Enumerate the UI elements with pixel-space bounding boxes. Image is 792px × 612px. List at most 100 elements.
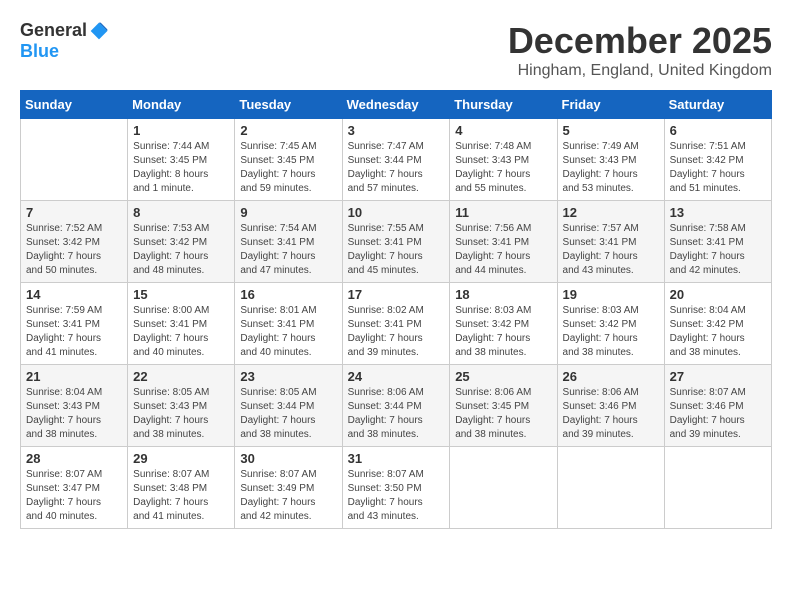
- calendar-cell: 5 Sunrise: 7:49 AM Sunset: 3:43 PM Daylig…: [557, 119, 664, 201]
- logo-icon: [89, 21, 109, 41]
- day-number: 12: [563, 205, 659, 220]
- logo-blue-text: Blue: [20, 41, 59, 62]
- day-number: 28: [26, 451, 122, 466]
- day-info: Sunrise: 8:06 AM Sunset: 3:44 PM Dayligh…: [348, 386, 445, 442]
- day-info: Sunrise: 8:07 AM Sunset: 3:50 PM Dayligh…: [348, 468, 445, 524]
- day-info: Sunrise: 8:07 AM Sunset: 3:47 PM Dayligh…: [26, 468, 122, 524]
- day-info: Sunrise: 7:57 AM Sunset: 3:41 PM Dayligh…: [563, 222, 659, 278]
- calendar-cell: [450, 447, 557, 529]
- day-info: Sunrise: 7:52 AM Sunset: 3:42 PM Dayligh…: [26, 222, 122, 278]
- day-number: 30: [240, 451, 336, 466]
- calendar-week-row: 14 Sunrise: 7:59 AM Sunset: 3:41 PM Dayli…: [21, 283, 772, 365]
- day-info: Sunrise: 7:55 AM Sunset: 3:41 PM Dayligh…: [348, 222, 445, 278]
- day-number: 24: [348, 369, 445, 384]
- calendar-cell: 9Sunrise: 7:54 AM Sunset: 3:41 PM Daylig…: [235, 201, 342, 283]
- day-number: 27: [670, 369, 766, 384]
- calendar-cell: 10Sunrise: 7:55 AM Sunset: 3:41 PM Dayli…: [342, 201, 450, 283]
- day-number: 18: [455, 287, 551, 302]
- day-number: 8: [133, 205, 229, 220]
- calendar-cell: 29 Sunrise: 8:07 AM Sunset: 3:48 PM Dayli…: [128, 447, 235, 529]
- calendar-table: SundayMondayTuesdayWednesdayThursdayFrid…: [20, 90, 772, 529]
- day-info: Sunrise: 8:07 AM Sunset: 3:49 PM Dayligh…: [240, 468, 336, 524]
- logo: General Blue: [20, 20, 109, 62]
- day-number: 16: [240, 287, 336, 302]
- location-text: Hingham, England, United Kingdom: [508, 62, 772, 80]
- day-number: 26: [563, 369, 659, 384]
- calendar-cell: 28 Sunrise: 8:07 AM Sunset: 3:47 PM Dayli…: [21, 447, 128, 529]
- calendar-cell: 26 Sunrise: 8:06 AM Sunset: 3:46 PM Dayli…: [557, 365, 664, 447]
- calendar-cell: [21, 119, 128, 201]
- day-info: Sunrise: 7:47 AM Sunset: 3:44 PM Dayligh…: [348, 140, 445, 196]
- calendar-week-row: 1 Sunrise: 7:44 AM Sunset: 3:45 PM Daylig…: [21, 119, 772, 201]
- day-number: 7: [26, 205, 122, 220]
- calendar-cell: 18Sunrise: 8:03 AM Sunset: 3:42 PM Dayli…: [450, 283, 557, 365]
- day-info: Sunrise: 8:04 AM Sunset: 3:43 PM Dayligh…: [26, 386, 122, 442]
- day-info: Sunrise: 8:05 AM Sunset: 3:43 PM Dayligh…: [133, 386, 229, 442]
- calendar-week-row: 7 Sunrise: 7:52 AM Sunset: 3:42 PM Daylig…: [21, 201, 772, 283]
- calendar-week-row: 21 Sunrise: 8:04 AM Sunset: 3:43 PM Dayli…: [21, 365, 772, 447]
- calendar-cell: 23Sunrise: 8:05 AM Sunset: 3:44 PM Dayli…: [235, 365, 342, 447]
- page-header: General Blue December 2025 Hingham, Engl…: [20, 20, 772, 80]
- calendar-header-sunday: Sunday: [21, 91, 128, 119]
- day-number: 11: [455, 205, 551, 220]
- calendar-cell: 22 Sunrise: 8:05 AM Sunset: 3:43 PM Dayli…: [128, 365, 235, 447]
- day-info: Sunrise: 8:06 AM Sunset: 3:46 PM Dayligh…: [563, 386, 659, 442]
- day-number: 22: [133, 369, 229, 384]
- calendar-header-row: SundayMondayTuesdayWednesdayThursdayFrid…: [21, 91, 772, 119]
- calendar-cell: 25Sunrise: 8:06 AM Sunset: 3:45 PM Dayli…: [450, 365, 557, 447]
- day-info: Sunrise: 7:56 AM Sunset: 3:41 PM Dayligh…: [455, 222, 551, 278]
- calendar-cell: [664, 447, 771, 529]
- calendar-cell: 24 Sunrise: 8:06 AM Sunset: 3:44 PM Dayli…: [342, 365, 450, 447]
- day-number: 3: [348, 123, 445, 138]
- calendar-cell: 21 Sunrise: 8:04 AM Sunset: 3:43 PM Dayli…: [21, 365, 128, 447]
- day-info: Sunrise: 8:07 AM Sunset: 3:48 PM Dayligh…: [133, 468, 229, 524]
- day-number: 5: [563, 123, 659, 138]
- day-number: 13: [670, 205, 766, 220]
- calendar-cell: 31 Sunrise: 8:07 AM Sunset: 3:50 PM Dayli…: [342, 447, 450, 529]
- day-number: 1: [133, 123, 229, 138]
- day-info: Sunrise: 8:05 AM Sunset: 3:44 PM Dayligh…: [240, 386, 336, 442]
- calendar-cell: 17Sunrise: 8:02 AM Sunset: 3:41 PM Dayli…: [342, 283, 450, 365]
- calendar-cell: 1 Sunrise: 7:44 AM Sunset: 3:45 PM Daylig…: [128, 119, 235, 201]
- day-info: Sunrise: 8:02 AM Sunset: 3:41 PM Dayligh…: [348, 304, 445, 360]
- day-info: Sunrise: 7:49 AM Sunset: 3:43 PM Dayligh…: [563, 140, 659, 196]
- day-number: 9: [240, 205, 336, 220]
- day-info: Sunrise: 7:51 AM Sunset: 3:42 PM Dayligh…: [670, 140, 766, 196]
- calendar-cell: 16 Sunrise: 8:01 AM Sunset: 3:41 PM Dayli…: [235, 283, 342, 365]
- calendar-header-saturday: Saturday: [664, 91, 771, 119]
- day-number: 19: [563, 287, 659, 302]
- day-number: 21: [26, 369, 122, 384]
- day-info: Sunrise: 7:59 AM Sunset: 3:41 PM Dayligh…: [26, 304, 122, 360]
- day-number: 25: [455, 369, 551, 384]
- calendar-header-wednesday: Wednesday: [342, 91, 450, 119]
- month-title: December 2025: [508, 20, 772, 62]
- calendar-week-row: 28 Sunrise: 8:07 AM Sunset: 3:47 PM Dayli…: [21, 447, 772, 529]
- calendar-header-monday: Monday: [128, 91, 235, 119]
- day-number: 29: [133, 451, 229, 466]
- day-info: Sunrise: 8:01 AM Sunset: 3:41 PM Dayligh…: [240, 304, 336, 360]
- calendar-cell: 11 Sunrise: 7:56 AM Sunset: 3:41 PM Dayli…: [450, 201, 557, 283]
- calendar-cell: [557, 447, 664, 529]
- calendar-cell: 6Sunrise: 7:51 AM Sunset: 3:42 PM Daylig…: [664, 119, 771, 201]
- day-info: Sunrise: 7:53 AM Sunset: 3:42 PM Dayligh…: [133, 222, 229, 278]
- calendar-cell: 2Sunrise: 7:45 AM Sunset: 3:45 PM Daylig…: [235, 119, 342, 201]
- calendar-cell: 13 Sunrise: 7:58 AM Sunset: 3:41 PM Dayli…: [664, 201, 771, 283]
- calendar-cell: 20 Sunrise: 8:04 AM Sunset: 3:42 PM Dayli…: [664, 283, 771, 365]
- calendar-header-thursday: Thursday: [450, 91, 557, 119]
- calendar-cell: 8 Sunrise: 7:53 AM Sunset: 3:42 PM Daylig…: [128, 201, 235, 283]
- day-number: 31: [348, 451, 445, 466]
- calendar-cell: 7 Sunrise: 7:52 AM Sunset: 3:42 PM Daylig…: [21, 201, 128, 283]
- day-number: 15: [133, 287, 229, 302]
- calendar-cell: 4Sunrise: 7:48 AM Sunset: 3:43 PM Daylig…: [450, 119, 557, 201]
- calendar-cell: 14 Sunrise: 7:59 AM Sunset: 3:41 PM Dayli…: [21, 283, 128, 365]
- day-number: 4: [455, 123, 551, 138]
- day-number: 14: [26, 287, 122, 302]
- calendar-cell: 3 Sunrise: 7:47 AM Sunset: 3:44 PM Daylig…: [342, 119, 450, 201]
- day-info: Sunrise: 8:04 AM Sunset: 3:42 PM Dayligh…: [670, 304, 766, 360]
- calendar-cell: 30 Sunrise: 8:07 AM Sunset: 3:49 PM Dayli…: [235, 447, 342, 529]
- calendar-cell: 12 Sunrise: 7:57 AM Sunset: 3:41 PM Dayli…: [557, 201, 664, 283]
- day-info: Sunrise: 7:58 AM Sunset: 3:41 PM Dayligh…: [670, 222, 766, 278]
- calendar-cell: 19Sunrise: 8:03 AM Sunset: 3:42 PM Dayli…: [557, 283, 664, 365]
- day-number: 20: [670, 287, 766, 302]
- day-info: Sunrise: 7:44 AM Sunset: 3:45 PM Dayligh…: [133, 140, 229, 196]
